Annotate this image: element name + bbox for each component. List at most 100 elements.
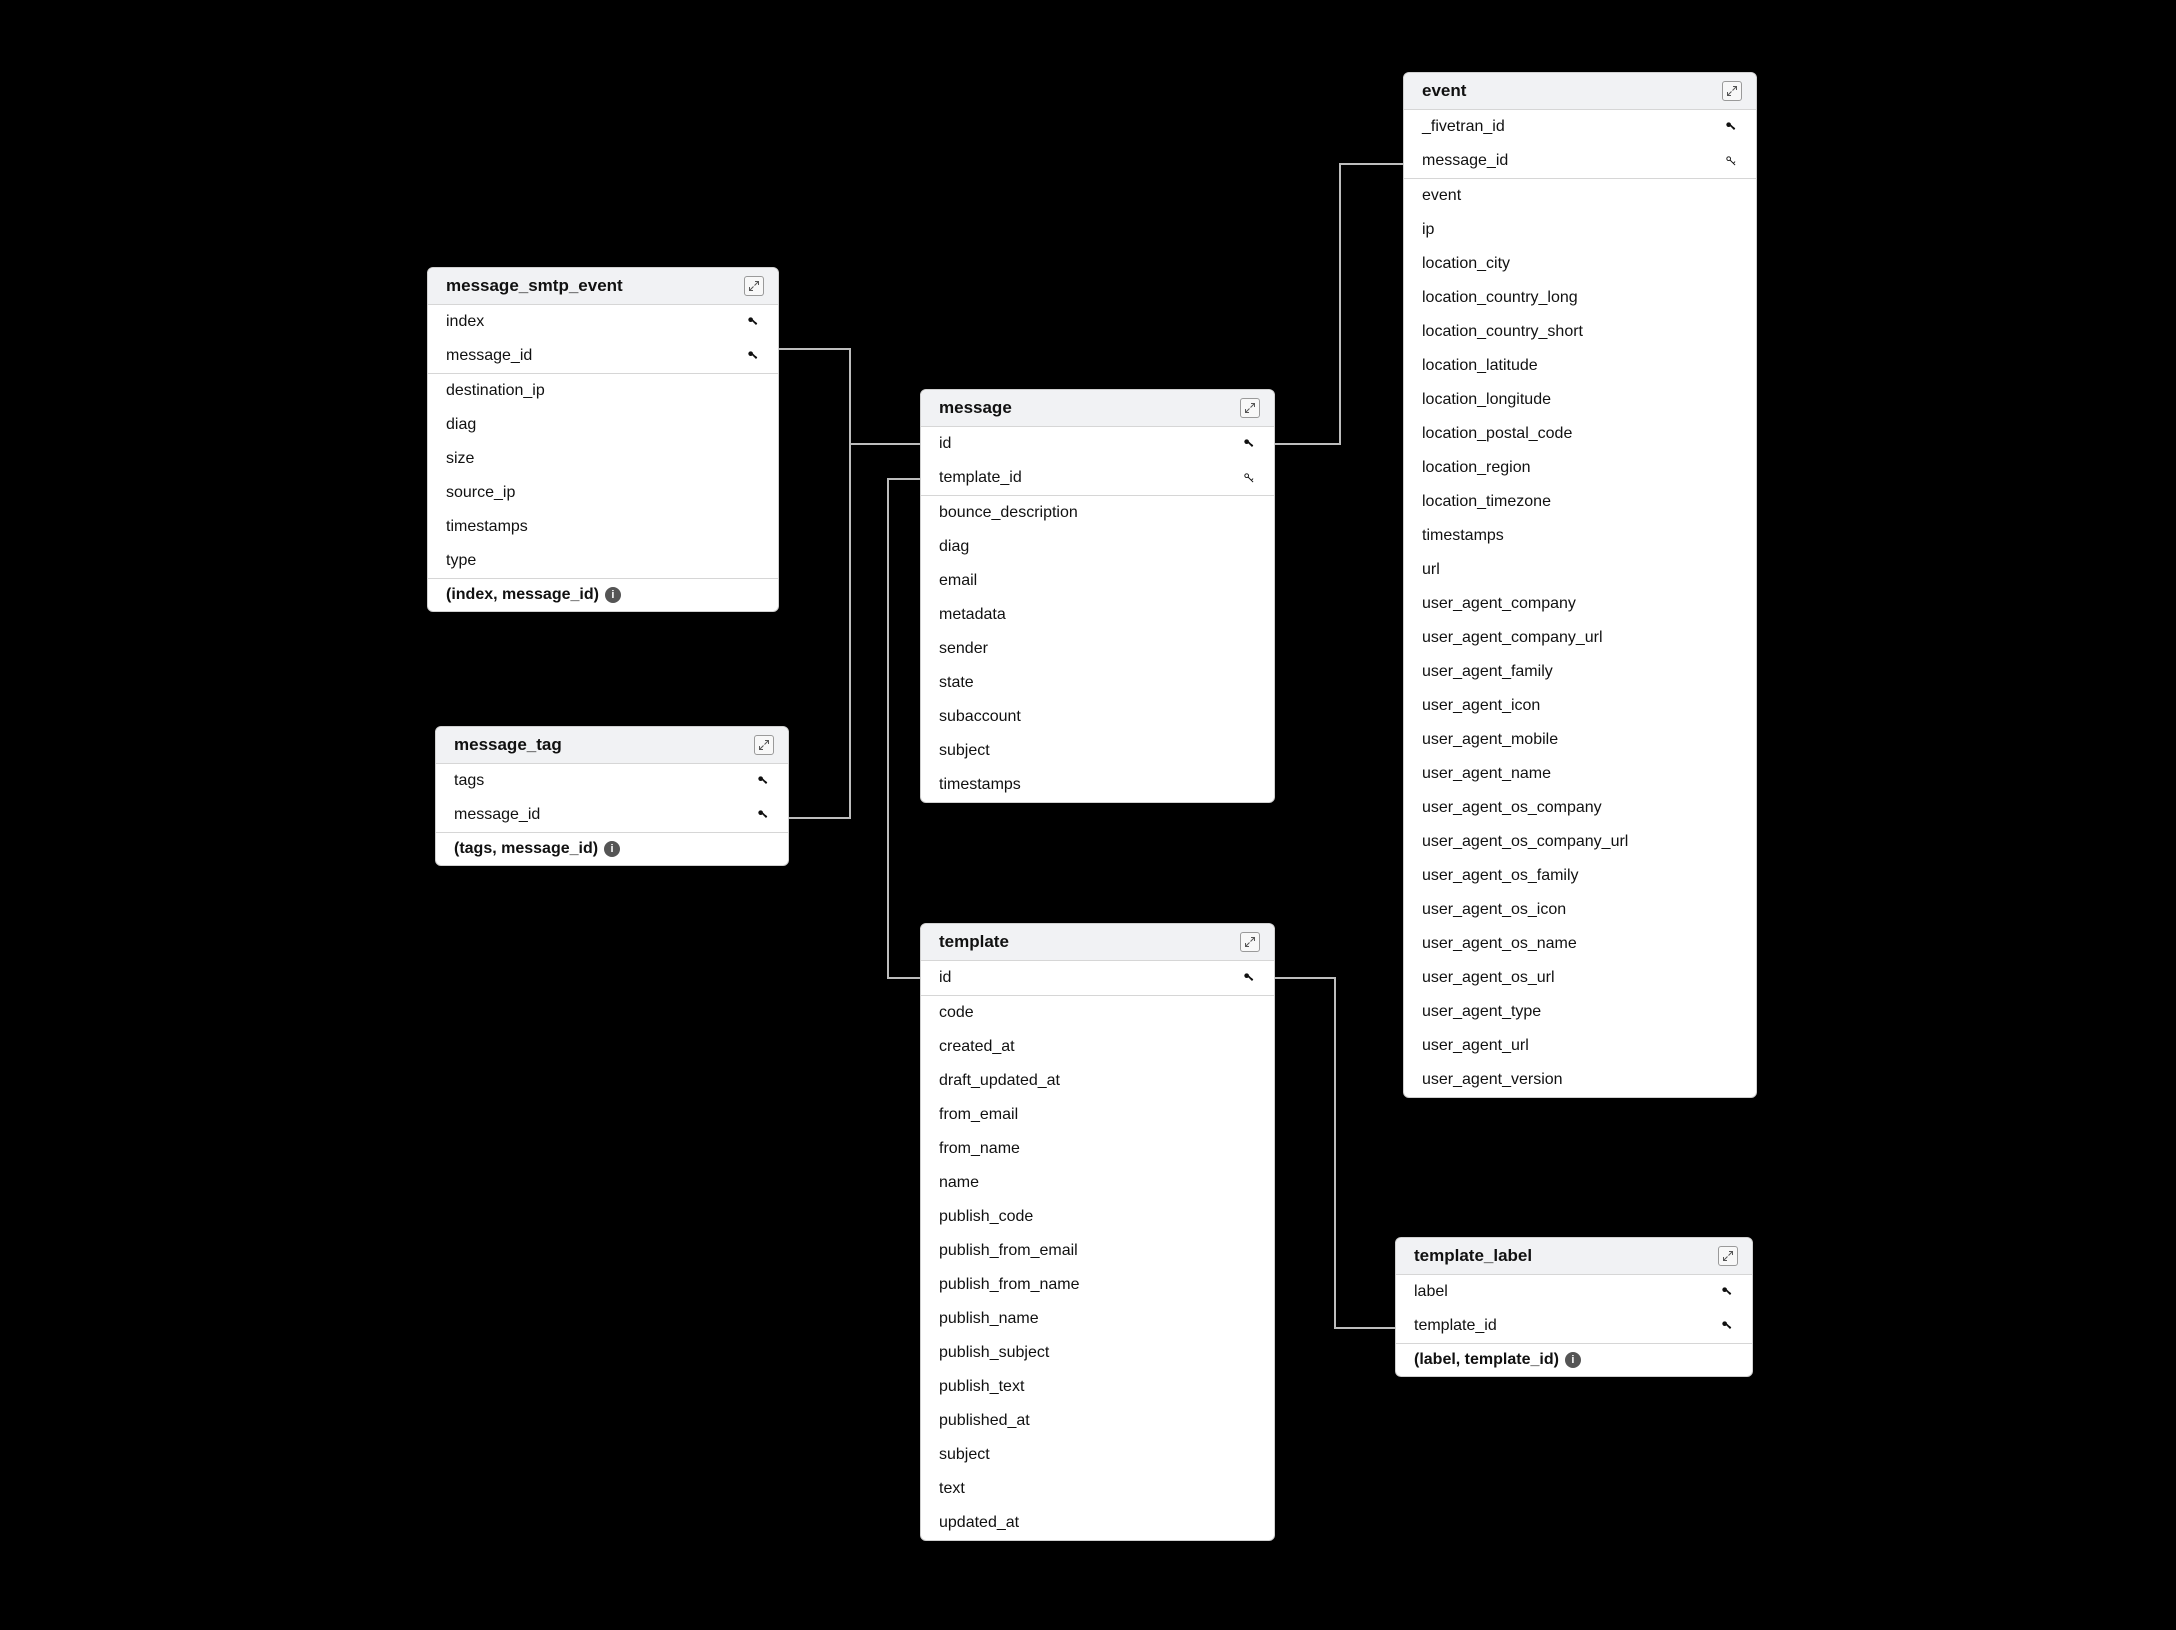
field-name: message_id: [446, 347, 746, 365]
field-name: subject: [939, 1446, 1256, 1464]
field-row: user_agent_company_url: [1404, 621, 1756, 655]
field-name: event: [1422, 187, 1738, 205]
field-name: location_country_short: [1422, 323, 1738, 341]
field-row: _fivetran_id: [1404, 110, 1756, 144]
field-row: location_postal_code: [1404, 417, 1756, 451]
field-name: created_at: [939, 1038, 1256, 1056]
field-row: template_id: [921, 461, 1274, 495]
expand-icon[interactable]: [754, 735, 774, 755]
field-name: text: [939, 1480, 1256, 1498]
primary-key-icon: [746, 315, 760, 329]
field-name: location_timezone: [1422, 493, 1738, 511]
field-name: user_agent_mobile: [1422, 731, 1738, 749]
field-row: location_country_long: [1404, 281, 1756, 315]
primary-key-icon: [756, 808, 770, 822]
table-title: message: [939, 398, 1012, 418]
field-row: user_agent_type: [1404, 995, 1756, 1029]
field-name: bounce_description: [939, 504, 1256, 522]
connector-message-to-template: [888, 479, 920, 978]
table-template_label: template_labellabeltemplate_id(label, te…: [1395, 1237, 1753, 1377]
field-name: name: [939, 1174, 1256, 1192]
table-header: template_label: [1396, 1238, 1752, 1275]
diagram-canvas: { "tables": { "message_smtp_event": { "t…: [0, 0, 2176, 1630]
field-name: message_id: [454, 806, 756, 824]
connector-tag-to-message: [789, 444, 920, 818]
field-row: bounce_description: [921, 496, 1274, 530]
expand-icon[interactable]: [1722, 81, 1742, 101]
field-row: diag: [428, 408, 778, 442]
field-row: message_id: [436, 798, 788, 832]
field-name: user_agent_version: [1422, 1071, 1738, 1089]
field-name: user_agent_name: [1422, 765, 1738, 783]
info-icon[interactable]: i: [1565, 1352, 1581, 1368]
field-row: draft_updated_at: [921, 1064, 1274, 1098]
field-row: user_agent_company: [1404, 587, 1756, 621]
field-name: diag: [939, 538, 1256, 556]
field-name: location_postal_code: [1422, 425, 1738, 443]
field-row: tags: [436, 764, 788, 798]
field-row: subaccount: [921, 700, 1274, 734]
field-name: location_latitude: [1422, 357, 1738, 375]
field-row: user_agent_name: [1404, 757, 1756, 791]
field-name: user_agent_type: [1422, 1003, 1738, 1021]
field-name: index: [446, 313, 746, 331]
composite-key-label: (index, message_id): [446, 586, 599, 604]
field-name: user_agent_family: [1422, 663, 1738, 681]
field-row: timestamps: [1404, 519, 1756, 553]
field-row: user_agent_os_icon: [1404, 893, 1756, 927]
field-name: publish_text: [939, 1378, 1256, 1396]
field-name: state: [939, 674, 1256, 692]
field-name: id: [939, 969, 1242, 987]
expand-icon[interactable]: [1718, 1246, 1738, 1266]
field-row: text: [921, 1472, 1274, 1506]
expand-icon[interactable]: [744, 276, 764, 296]
table-header: message_smtp_event: [428, 268, 778, 305]
field-row: diag: [921, 530, 1274, 564]
expand-icon[interactable]: [1240, 932, 1260, 952]
field-name: user_agent_os_family: [1422, 867, 1738, 885]
composite-key-row: (label, template_id) i: [1396, 1343, 1752, 1376]
table-header: message: [921, 390, 1274, 427]
field-name: diag: [446, 416, 760, 434]
composite-key-label: (label, template_id): [1414, 1351, 1559, 1369]
field-row: type: [428, 544, 778, 578]
composite-key-row: (tags, message_id) i: [436, 832, 788, 865]
field-row: publish_text: [921, 1370, 1274, 1404]
field-row: size: [428, 442, 778, 476]
field-name: published_at: [939, 1412, 1256, 1430]
field-name: location_longitude: [1422, 391, 1738, 409]
field-name: user_agent_icon: [1422, 697, 1738, 715]
table-title: event: [1422, 81, 1466, 101]
expand-icon[interactable]: [1240, 398, 1260, 418]
field-row: location_timezone: [1404, 485, 1756, 519]
field-row: location_city: [1404, 247, 1756, 281]
field-row: id: [921, 961, 1274, 995]
field-row: subject: [921, 734, 1274, 768]
field-row: user_agent_family: [1404, 655, 1756, 689]
field-name: destination_ip: [446, 382, 760, 400]
field-name: id: [939, 435, 1242, 453]
field-row: publish_from_email: [921, 1234, 1274, 1268]
info-icon[interactable]: i: [605, 587, 621, 603]
field-name: user_agent_company_url: [1422, 629, 1738, 647]
field-row: source_ip: [428, 476, 778, 510]
primary-key-icon: [1242, 971, 1256, 985]
field-name: code: [939, 1004, 1256, 1022]
field-row: location_region: [1404, 451, 1756, 485]
info-icon[interactable]: i: [604, 841, 620, 857]
foreign-key-icon: [1724, 154, 1738, 168]
field-name: user_agent_os_company_url: [1422, 833, 1738, 851]
field-name: user_agent_os_name: [1422, 935, 1738, 953]
field-row: email: [921, 564, 1274, 598]
composite-key-label: (tags, message_id): [454, 840, 598, 858]
field-row: user_agent_os_family: [1404, 859, 1756, 893]
field-name: user_agent_os_company: [1422, 799, 1738, 817]
field-name: draft_updated_at: [939, 1072, 1256, 1090]
field-name: _fivetran_id: [1422, 118, 1724, 136]
table-message_tag: message_tagtagsmessage_id(tags, message_…: [435, 726, 789, 866]
field-row: destination_ip: [428, 374, 778, 408]
field-name: user_agent_os_icon: [1422, 901, 1738, 919]
field-row: id: [921, 427, 1274, 461]
field-name: template_id: [939, 469, 1242, 487]
field-row: message_id: [428, 339, 778, 373]
